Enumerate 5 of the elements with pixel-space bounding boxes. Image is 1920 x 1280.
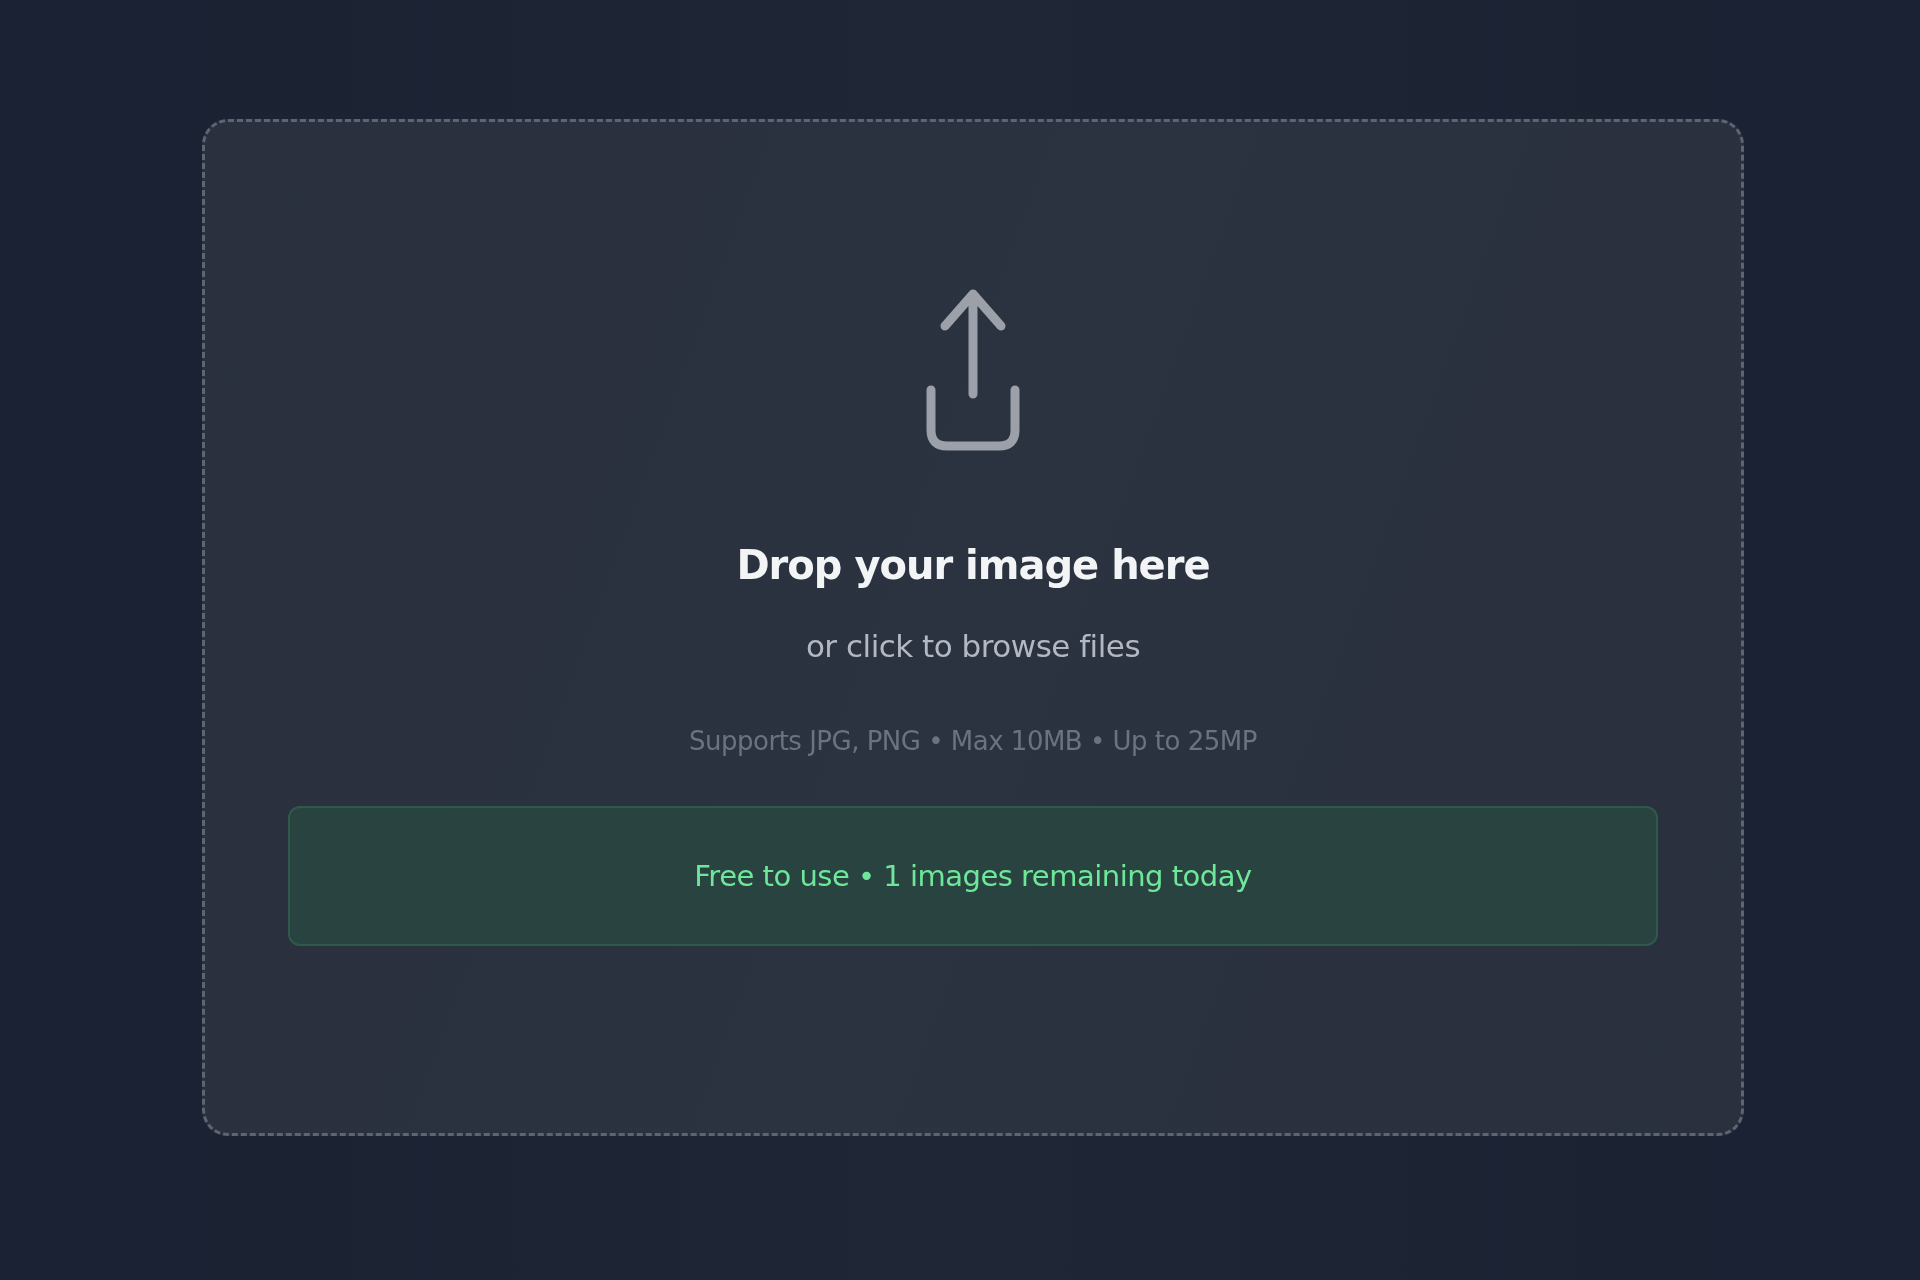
format-info: Supports JPG, PNG • Max 10MB • Up to 25MP (689, 726, 1257, 756)
usage-notice: Free to use • 1 images remaining today (288, 806, 1658, 946)
drop-title: Drop your image here (736, 542, 1210, 588)
drop-zone[interactable]: Drop your image here or click to browse files Supports JPG, PNG • Max 10MB • Up to 25MP Free to use • 1 images remaining today (202, 119, 1744, 1136)
browse-hint: or click to browse files (805, 628, 1141, 664)
